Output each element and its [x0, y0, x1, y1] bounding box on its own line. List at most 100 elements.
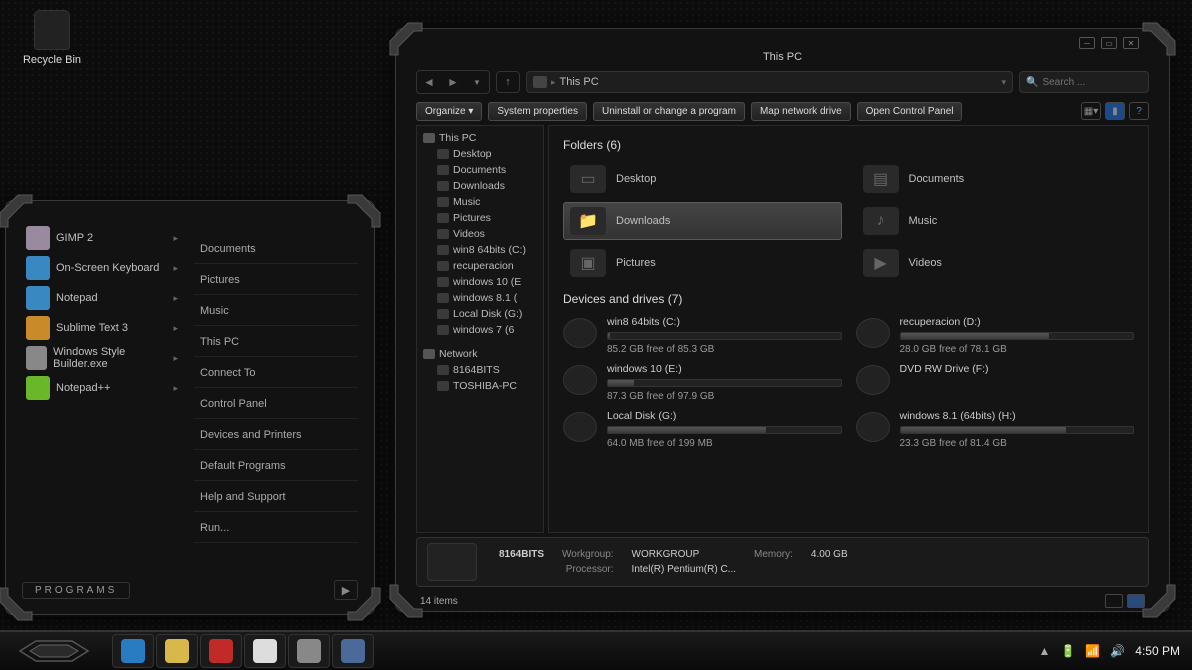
tree-item[interactable]: This PC — [419, 130, 541, 146]
up-button[interactable]: ↑ — [496, 71, 520, 93]
start-menu-link[interactable]: Default Programs — [194, 452, 358, 481]
organize-button[interactable]: Organize ▾ — [416, 102, 482, 121]
tree-item-icon — [437, 245, 449, 255]
nav-tree[interactable]: This PCDesktopDocumentsDownloadsMusicPic… — [416, 125, 544, 533]
view-mode-button[interactable]: ▦▾ — [1081, 102, 1101, 120]
taskbar-pin[interactable] — [200, 634, 242, 668]
start-menu-link[interactable]: Run... — [194, 514, 358, 543]
tree-item[interactable]: Music — [419, 194, 541, 210]
start-menu-program[interactable]: GIMP 2▸ — [22, 223, 182, 253]
processor-value: Intel(R) Pentium(R) C... — [624, 563, 744, 576]
start-menu-link[interactable]: Control Panel — [194, 390, 358, 419]
tree-item[interactable]: Videos — [419, 226, 541, 242]
tiles-view-button[interactable] — [1127, 594, 1145, 608]
battery-icon[interactable]: 🔋 — [1060, 644, 1075, 658]
recycle-bin-icon — [34, 10, 70, 50]
start-menu-program[interactable]: On-Screen Keyboard▸ — [22, 253, 182, 283]
system-properties-button[interactable]: System properties — [488, 102, 587, 121]
start-menu-program[interactable]: Sublime Text 3▸ — [22, 313, 182, 343]
start-button[interactable] — [4, 633, 104, 669]
folder-item[interactable]: 📁Downloads — [563, 202, 842, 240]
start-menu-program[interactable]: Notepad++▸ — [22, 373, 182, 403]
folder-item[interactable]: ▭Desktop — [563, 160, 842, 198]
tree-item[interactable]: windows 7 (6 — [419, 322, 541, 338]
folder-item[interactable]: ▤Documents — [856, 160, 1135, 198]
history-dropdown[interactable]: ▼ — [465, 71, 489, 93]
tree-item[interactable]: recuperacion — [419, 258, 541, 274]
drive-label: DVD RW Drive (F:) — [900, 363, 1135, 375]
taskbar-pin[interactable] — [288, 634, 330, 668]
start-menu-link[interactable]: Music — [194, 297, 358, 326]
tree-item[interactable]: windows 8.1 ( — [419, 290, 541, 306]
address-bar[interactable]: ▸ This PC ▾ — [526, 71, 1013, 93]
program-label: Windows Style Builder.exe — [53, 346, 167, 370]
search-input[interactable] — [1042, 77, 1142, 88]
clock[interactable]: 4:50 PM — [1135, 644, 1180, 658]
uninstall-button[interactable]: Uninstall or change a program — [593, 102, 745, 121]
drive-usage-bar — [607, 332, 842, 340]
folder-item[interactable]: ♪Music — [856, 202, 1135, 240]
tree-item[interactable]: Documents — [419, 162, 541, 178]
system-tray[interactable]: ▲ 🔋 📶 🔊 4:50 PM — [1039, 644, 1188, 658]
tree-item[interactable]: Local Disk (G:) — [419, 306, 541, 322]
drive-item[interactable]: windows 10 (E:)87.3 GB free of 97.9 GB — [563, 361, 842, 404]
tree-item[interactable]: Downloads — [419, 178, 541, 194]
forward-button[interactable]: ► — [441, 71, 465, 93]
start-menu-link[interactable]: Connect To — [194, 359, 358, 388]
tree-item-label: win8 64bits (C:) — [453, 244, 526, 256]
drive-item[interactable]: DVD RW Drive (F:) — [856, 361, 1135, 404]
drive-item[interactable]: windows 8.1 (64bits) (H:)23.3 GB free of… — [856, 408, 1135, 451]
map-network-button[interactable]: Map network drive — [751, 102, 851, 121]
start-menu-link[interactable]: Documents — [194, 235, 358, 264]
desktop-icon-recycle-bin[interactable]: Recycle Bin — [20, 10, 84, 66]
drive-item[interactable]: recuperacion (D:)28.0 GB free of 78.1 GB — [856, 314, 1135, 357]
help-button[interactable]: ? — [1129, 102, 1149, 120]
folder-item[interactable]: ▣Pictures — [563, 244, 842, 282]
start-menu-link[interactable]: Devices and Printers — [194, 421, 358, 450]
drive-free-text: 23.3 GB free of 81.4 GB — [900, 438, 1135, 449]
tree-item[interactable]: win8 64bits (C:) — [419, 242, 541, 258]
preview-pane-button[interactable]: ▮ — [1105, 102, 1125, 120]
start-menu-link[interactable]: Help and Support — [194, 483, 358, 512]
taskbar-pin[interactable] — [244, 634, 286, 668]
folder-label: Music — [909, 215, 938, 227]
tree-item[interactable]: TOSHIBA-PC — [419, 378, 541, 394]
search-box[interactable]: 🔍 — [1019, 71, 1149, 93]
taskbar-app-icon — [253, 639, 277, 663]
pc-icon — [533, 76, 547, 88]
drive-item[interactable]: win8 64bits (C:)85.2 GB free of 85.3 GB — [563, 314, 842, 357]
drive-free-text: 64.0 MB free of 199 MB — [607, 438, 842, 449]
drive-item[interactable]: Local Disk (G:)64.0 MB free of 199 MB — [563, 408, 842, 451]
tree-item-icon — [437, 229, 449, 239]
details-view-button[interactable] — [1105, 594, 1123, 608]
start-menu-link[interactable]: Pictures — [194, 266, 358, 295]
details-pane: 8164BITS Workgroup: WORKGROUP Memory: 4.… — [416, 537, 1149, 587]
tree-item[interactable]: Desktop — [419, 146, 541, 162]
tray-up-icon[interactable]: ▲ — [1039, 644, 1051, 658]
taskbar-pin[interactable] — [156, 634, 198, 668]
start-menu-power-button[interactable]: ▶ — [334, 580, 358, 600]
control-panel-button[interactable]: Open Control Panel — [857, 102, 963, 121]
minimize-button[interactable]: ─ — [1079, 37, 1095, 49]
folder-item[interactable]: ▶Videos — [856, 244, 1135, 282]
close-button[interactable]: ✕ — [1123, 37, 1139, 49]
tree-item[interactable]: Pictures — [419, 210, 541, 226]
back-button[interactable]: ◄ — [417, 71, 441, 93]
start-menu-programs-label[interactable]: PROGRAMS — [22, 582, 130, 599]
chevron-right-icon: ▸ — [551, 77, 556, 88]
start-menu-program[interactable]: Notepad▸ — [22, 283, 182, 313]
start-menu-link[interactable]: This PC — [194, 328, 358, 357]
taskbar-pin[interactable] — [332, 634, 374, 668]
titlebar[interactable]: This PC ─ ▭ ✕ — [396, 29, 1169, 67]
network-icon[interactable]: 📶 — [1085, 644, 1100, 658]
tree-item[interactable]: 8164BITS — [419, 362, 541, 378]
address-dropdown-icon[interactable]: ▾ — [1001, 77, 1006, 88]
content-pane[interactable]: Folders (6) ▭Desktop▤Documents📁Downloads… — [548, 125, 1149, 533]
tree-item[interactable]: windows 10 (E — [419, 274, 541, 290]
volume-icon[interactable]: 🔊 — [1110, 644, 1125, 658]
start-menu-program[interactable]: Windows Style Builder.exe▸ — [22, 343, 182, 373]
tree-item-icon — [437, 213, 449, 223]
taskbar-pin[interactable] — [112, 634, 154, 668]
maximize-button[interactable]: ▭ — [1101, 37, 1117, 49]
tree-item[interactable]: Network — [419, 346, 541, 362]
